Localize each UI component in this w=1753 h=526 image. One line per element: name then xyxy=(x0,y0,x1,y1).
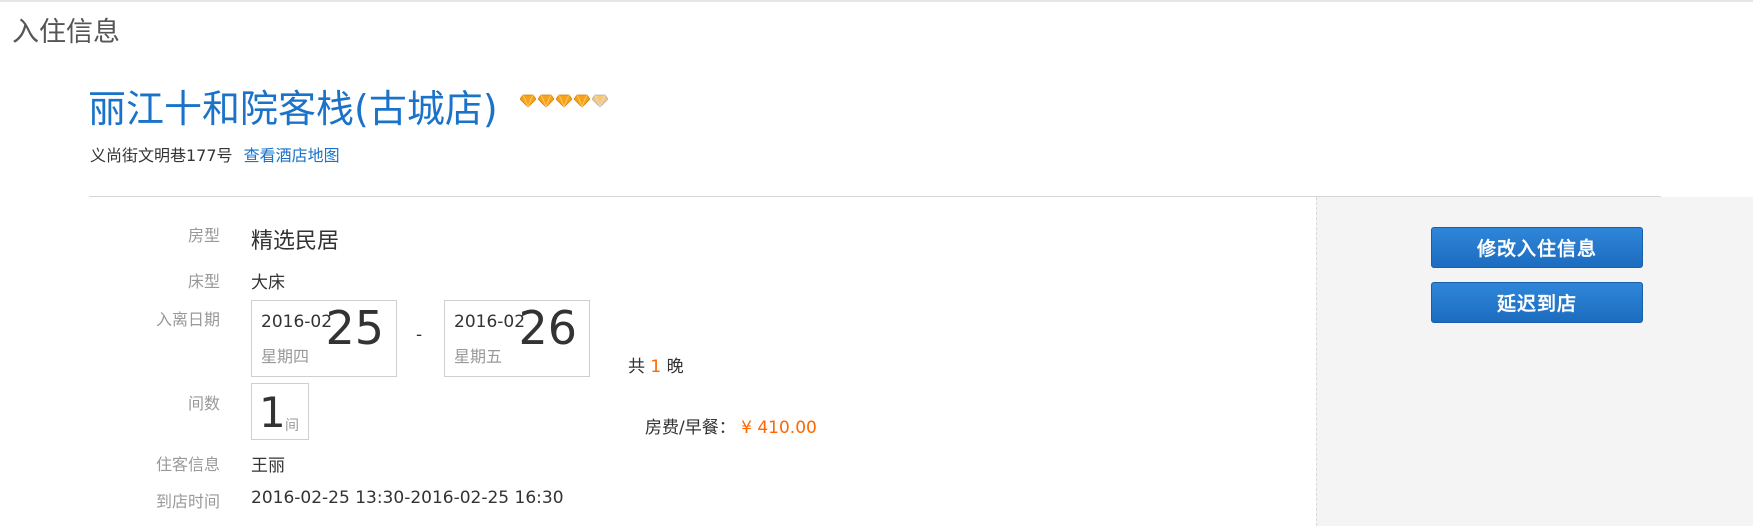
dates-label: 入离日期 xyxy=(155,310,220,329)
top-divider xyxy=(0,0,1753,2)
rooms-unit: 间 xyxy=(285,418,299,434)
arrival-label: 到店时间 xyxy=(155,492,220,511)
nights-prefix: 共 xyxy=(628,357,645,377)
section-title: 入住信息 xyxy=(12,17,120,48)
diamond-rating xyxy=(520,94,608,110)
diamond-icon xyxy=(556,94,572,108)
guest-name: 王丽 xyxy=(251,456,285,476)
checkin-day: 25 xyxy=(325,301,384,355)
checkout-date-box: 2016-02 星期五 26 xyxy=(444,300,590,377)
checkout-day: 26 xyxy=(518,301,577,355)
arrival-time: 2016-02-25 13:30-2016-02-25 16:30 xyxy=(251,488,564,508)
price-label: 房费/早餐： xyxy=(645,418,736,438)
nights-total: 共 1 晚 xyxy=(628,352,684,377)
delay-arrival-button[interactable]: 延迟到店 xyxy=(1431,282,1643,323)
rooms-label: 间数 xyxy=(187,394,220,413)
checkout-weekday: 星期五 xyxy=(454,347,503,366)
checkin-weekday: 星期四 xyxy=(261,347,310,366)
checkin-year-month: 2016-02 xyxy=(261,312,333,332)
bed-type-label: 床型 xyxy=(187,272,220,291)
price-value: ¥ 410.00 xyxy=(741,418,817,438)
guest-label: 住客信息 xyxy=(155,455,220,474)
checkout-year-month: 2016-02 xyxy=(454,312,526,332)
booking-info-page: 入住信息 丽江十和院客栈(古城店) 义尚街文明巷177号 查看酒店地图 修改入住… xyxy=(0,0,1753,526)
diamond-icon xyxy=(520,94,536,108)
hotel-address-row: 义尚街文明巷177号 查看酒店地图 xyxy=(90,142,340,166)
date-separator: - xyxy=(416,325,423,345)
diamond-icon xyxy=(538,94,554,108)
rooms-count: 1 xyxy=(259,388,286,437)
room-type-label: 房型 xyxy=(187,226,220,245)
view-map-link[interactable]: 查看酒店地图 xyxy=(244,146,340,165)
nights-count: 1 xyxy=(650,357,662,377)
price-row: 房费/早餐： ¥ 410.00 xyxy=(645,413,817,438)
diamond-icon xyxy=(574,94,590,108)
room-type-value: 精选民居 xyxy=(251,229,340,254)
bed-type-value: 大床 xyxy=(251,273,285,293)
hotel-address: 义尚街文明巷177号 xyxy=(90,146,233,165)
checkin-date-box: 2016-02 星期四 25 xyxy=(251,300,397,377)
modify-booking-button[interactable]: 修改入住信息 xyxy=(1431,227,1643,268)
diamond-icon xyxy=(592,94,608,108)
hotel-name[interactable]: 丽江十和院客栈(古城店) xyxy=(88,78,498,133)
nights-suffix: 晚 xyxy=(666,357,684,377)
rooms-count-box: 1 间 xyxy=(251,383,309,440)
